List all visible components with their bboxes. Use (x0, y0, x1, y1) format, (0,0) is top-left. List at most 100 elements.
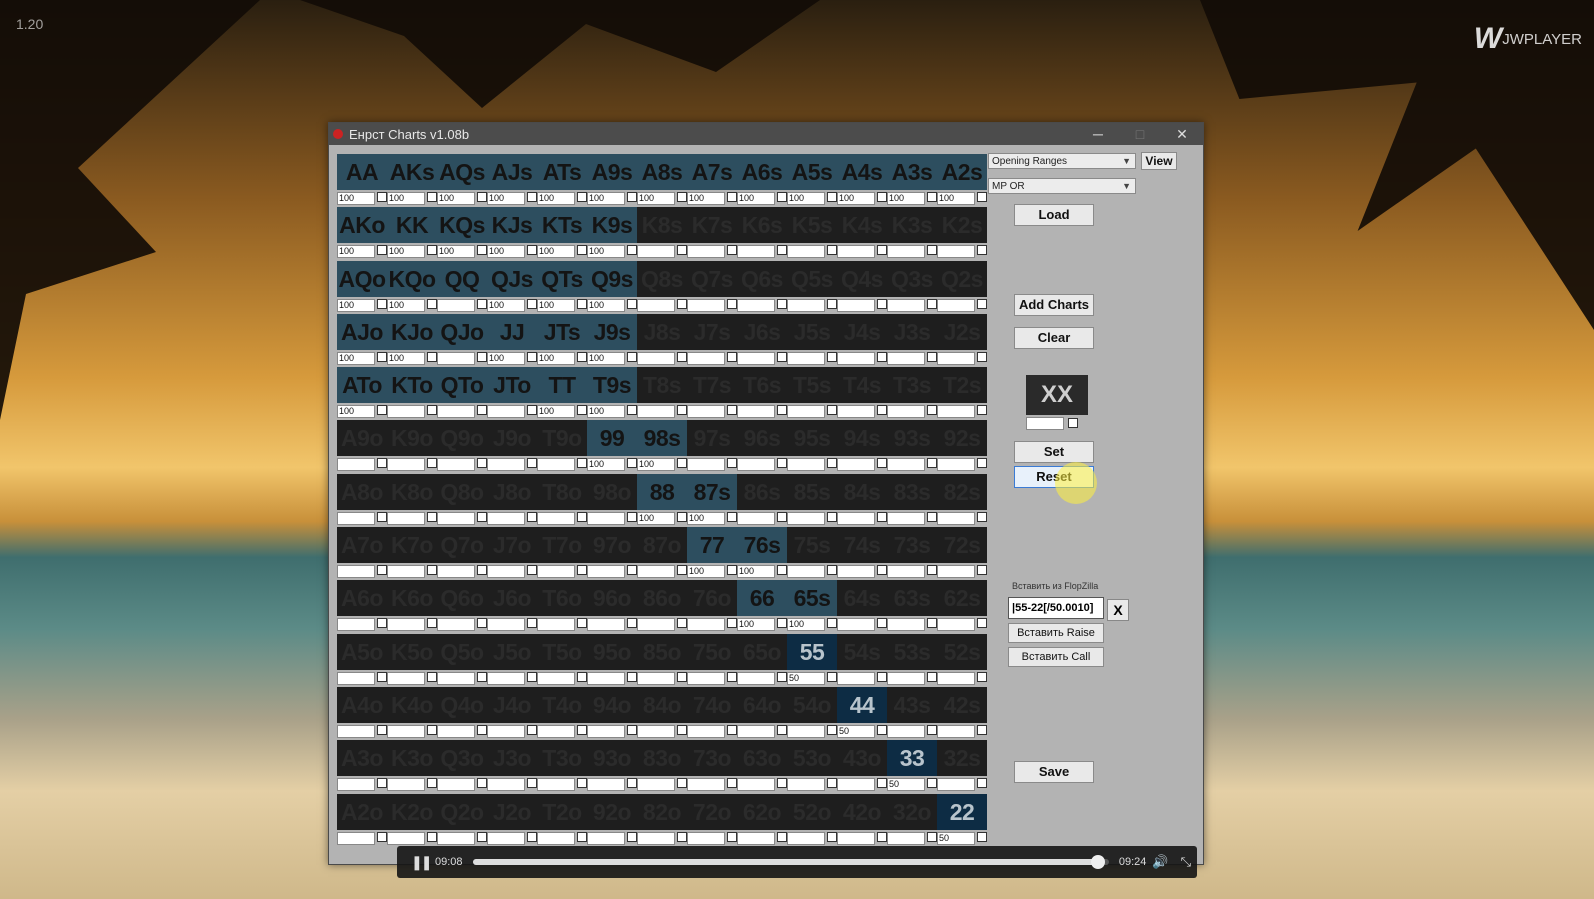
hand-cell[interactable]: T7s (687, 367, 737, 420)
hand-percent-input[interactable]: 100 (937, 192, 975, 205)
hand-checkbox[interactable] (827, 724, 837, 735)
hand-label[interactable]: K8s (637, 207, 687, 244)
hand-percent-input[interactable] (387, 618, 425, 632)
hand-percent-input[interactable] (437, 298, 475, 312)
hand-cell[interactable]: Q3s (887, 260, 937, 314)
hand-cell[interactable]: JJ 100 (487, 313, 537, 367)
hand-cell[interactable]: Q6s (737, 260, 787, 314)
hand-percent-input[interactable]: 100 (587, 351, 625, 365)
hand-cell[interactable]: Q4o (437, 686, 487, 740)
hand-cell[interactable]: 74s (837, 527, 887, 580)
hand-checkbox[interactable] (877, 405, 887, 416)
hand-label[interactable]: Q8s (637, 260, 687, 297)
hand-percent-input[interactable]: 100 (687, 511, 725, 525)
hand-cell[interactable]: J8o (487, 473, 537, 527)
hand-checkbox[interactable] (727, 724, 737, 735)
hand-percent-input[interactable] (437, 778, 475, 792)
hand-checkbox[interactable] (727, 245, 737, 256)
hand-label[interactable]: T6s (737, 367, 787, 404)
hand-percent-input[interactable] (437, 618, 475, 632)
hand-checkbox[interactable] (627, 511, 637, 522)
hand-percent-input[interactable] (837, 671, 875, 685)
hand-percent-input[interactable] (487, 458, 525, 472)
hand-cell[interactable]: 85o (637, 633, 687, 687)
hand-checkbox[interactable] (827, 245, 837, 256)
hand-percent-input[interactable] (337, 511, 375, 525)
hand-percent-input[interactable]: 100 (887, 192, 925, 205)
minimize-button[interactable]: ─ (1077, 126, 1119, 142)
hand-label[interactable]: QTo (437, 367, 487, 404)
hand-checkbox[interactable] (577, 618, 587, 629)
hand-checkbox[interactable] (477, 298, 487, 309)
hand-checkbox[interactable] (677, 671, 687, 682)
hand-label[interactable]: 64s (837, 580, 887, 617)
hand-percent-input[interactable] (787, 351, 825, 365)
hand-cell[interactable]: K8o (387, 473, 437, 527)
hand-cell[interactable]: 42o (837, 793, 887, 847)
hand-checkbox[interactable] (427, 565, 437, 576)
hand-checkbox[interactable] (977, 458, 987, 469)
hand-cell[interactable]: 93o (587, 740, 637, 793)
hand-percent-input[interactable] (937, 351, 975, 365)
hand-checkbox[interactable] (927, 511, 937, 522)
hand-cell[interactable]: KK 100 (387, 207, 437, 260)
hand-label[interactable]: Q3o (437, 740, 487, 777)
hand-label[interactable]: 83o (637, 740, 687, 777)
hand-label[interactable]: A9o (337, 420, 387, 457)
hand-label[interactable]: K4s (837, 207, 887, 244)
hand-percent-input[interactable] (437, 405, 475, 419)
hand-cell[interactable]: A4s 100 (837, 154, 887, 207)
hand-label[interactable]: A8s (637, 154, 687, 190)
hand-percent-input[interactable]: 100 (637, 458, 675, 472)
hand-label[interactable]: 72s (937, 527, 987, 564)
hand-label[interactable]: 33 (887, 740, 937, 777)
hand-checkbox[interactable] (527, 192, 537, 202)
hand-checkbox[interactable] (627, 724, 637, 735)
hand-label[interactable]: J9o (487, 420, 537, 457)
hand-label[interactable]: T5o (537, 633, 587, 670)
hand-checkbox[interactable] (627, 778, 637, 789)
hand-checkbox[interactable] (677, 724, 687, 735)
hand-checkbox[interactable] (777, 618, 787, 629)
hand-label[interactable]: A4o (337, 686, 387, 723)
hand-label[interactable]: J5o (487, 633, 537, 670)
hand-label[interactable]: T4s (837, 367, 887, 404)
hand-percent-input[interactable] (837, 405, 875, 419)
hand-checkbox[interactable] (727, 405, 737, 416)
hand-cell[interactable]: Q7s (687, 260, 737, 314)
hand-percent-input[interactable]: 100 (487, 298, 525, 312)
close-button[interactable]: ✕ (1161, 126, 1203, 143)
hand-cell[interactable]: 53o (787, 740, 837, 793)
hand-cell[interactable]: K9s 100 (587, 207, 637, 260)
hand-percent-input[interactable] (887, 511, 925, 525)
hand-checkbox[interactable] (927, 831, 937, 842)
hand-percent-input[interactable] (687, 458, 725, 472)
hand-checkbox[interactable] (927, 565, 937, 576)
hand-percent-input[interactable]: 100 (637, 511, 675, 525)
hand-checkbox[interactable] (427, 778, 437, 789)
hand-percent-input[interactable]: 100 (837, 192, 875, 205)
hand-percent-input[interactable] (837, 618, 875, 632)
hand-checkbox[interactable] (377, 192, 387, 202)
hand-checkbox[interactable] (877, 192, 887, 202)
hand-checkbox[interactable] (427, 831, 437, 842)
hand-label[interactable]: 84o (637, 686, 687, 723)
hand-cell[interactable]: T2s (937, 367, 987, 420)
hand-percent-input[interactable]: 100 (737, 565, 775, 579)
hand-checkbox[interactable] (827, 458, 837, 469)
hand-label[interactable]: T8o (537, 473, 587, 510)
hand-percent-input[interactable] (687, 778, 725, 792)
hand-label[interactable]: 85o (637, 633, 687, 670)
hand-percent-input[interactable] (737, 511, 775, 525)
hand-label[interactable]: 63o (737, 740, 787, 777)
hand-label[interactable]: 62o (737, 793, 787, 830)
hand-checkbox[interactable] (627, 565, 637, 576)
hand-label[interactable]: K6o (387, 580, 437, 617)
hand-checkbox[interactable] (577, 245, 587, 256)
hand-percent-input[interactable]: 50 (887, 778, 925, 792)
hand-percent-input[interactable] (637, 405, 675, 419)
hand-cell[interactable]: T3o (537, 740, 587, 793)
hand-label[interactable]: A8o (337, 473, 387, 510)
hand-cell[interactable]: 99 100 (587, 420, 637, 473)
hand-percent-input[interactable] (537, 778, 575, 792)
